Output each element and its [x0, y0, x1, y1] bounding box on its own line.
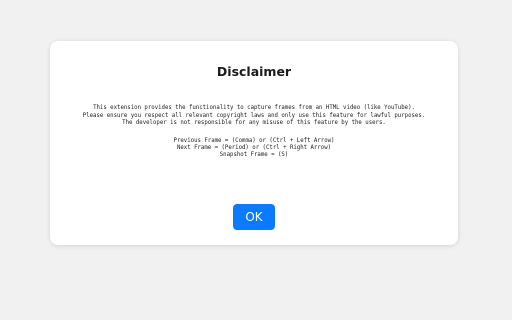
shortcut-snapshot-frame: Snapshot Frame = (S)	[219, 152, 289, 159]
ok-button[interactable]: OK	[233, 204, 275, 230]
disclaimer-dialog: Disclaimer This extension provides the f…	[50, 41, 458, 245]
shortcut-next-frame: Next Frame = (Period) or (Ctrl + Right A…	[176, 145, 332, 152]
disclaimer-text: This extension provides the functionalit…	[50, 105, 458, 128]
disclaimer-line: The developer is not responsible for any…	[122, 120, 386, 127]
dialog-title: Disclaimer	[216, 64, 292, 79]
keyboard-shortcuts: Previous Frame = (Comma) or (Ctrl + Left…	[50, 138, 458, 160]
shortcut-previous-frame: Previous Frame = (Comma) or (Ctrl + Left…	[173, 138, 335, 144]
disclaimer-line: Please ensure you respect all relevant c…	[82, 112, 426, 119]
disclaimer-line: This extension provides the functionalit…	[93, 105, 415, 111]
